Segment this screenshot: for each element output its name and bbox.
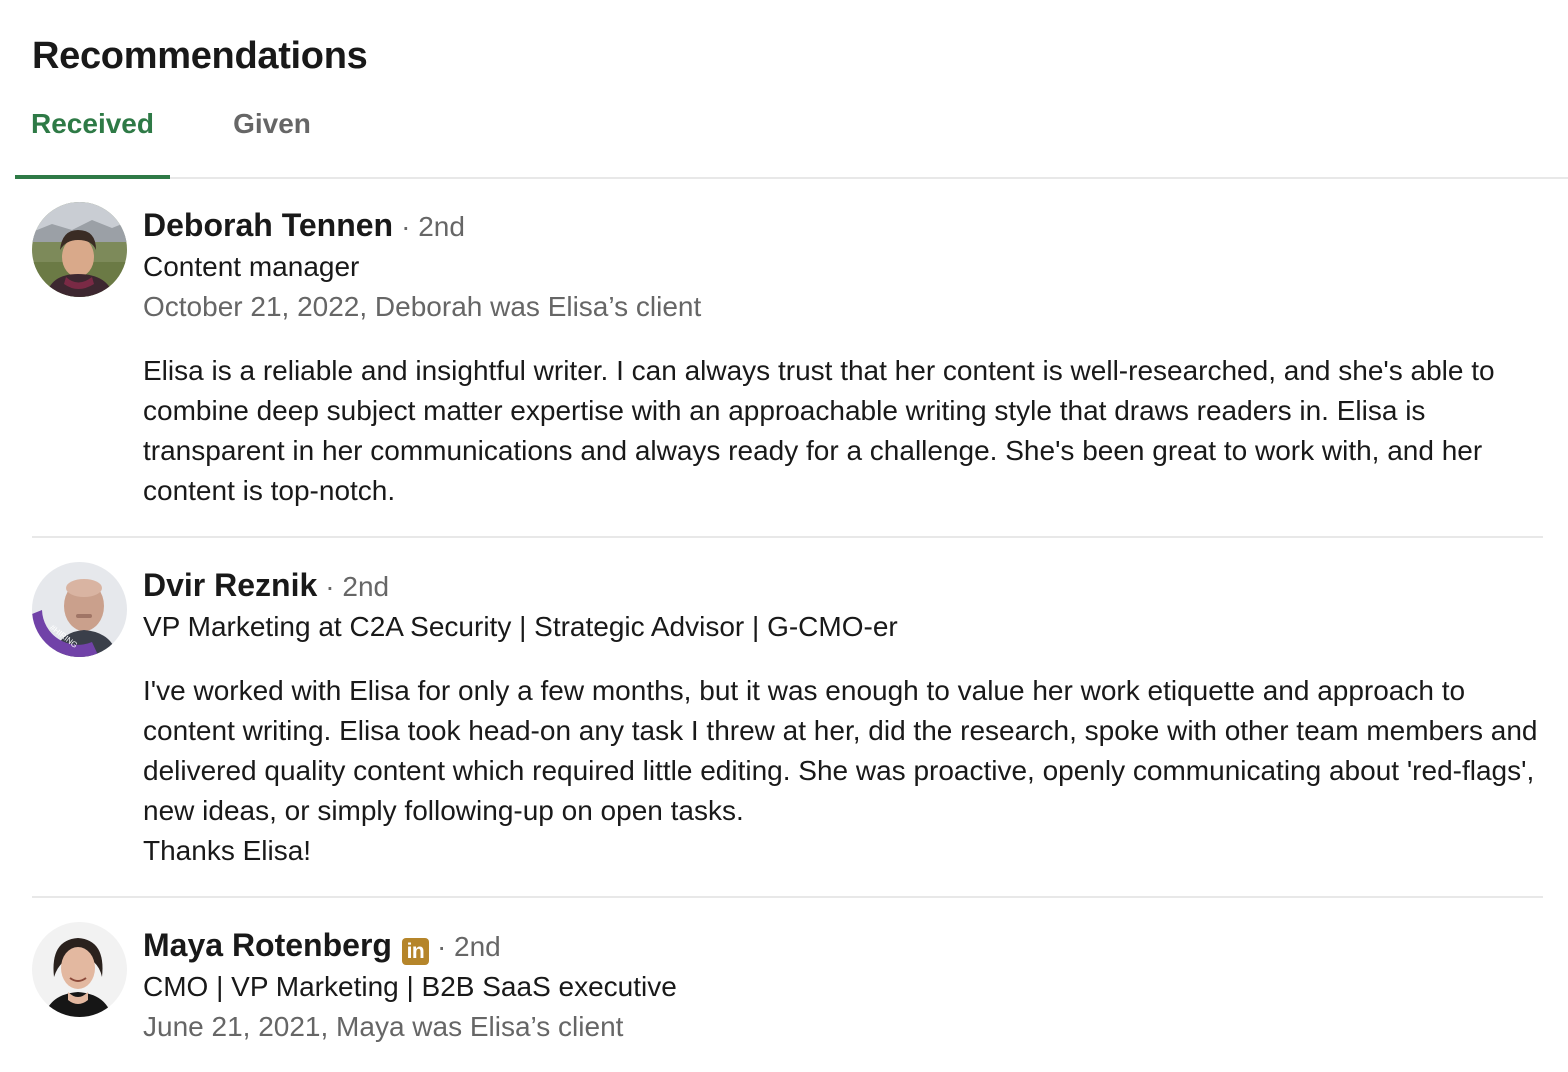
tab-bar: Received Given	[15, 95, 1568, 179]
recommendation-date: June 21, 2021, Maya was Elisa’s client	[143, 1011, 624, 1042]
avatar[interactable]: #HIRING	[32, 562, 127, 657]
name-line: Dvir Reznik · 2nd	[143, 562, 1543, 608]
linkedin-premium-icon: in	[401, 938, 429, 965]
recommendation-text: Elisa is a reliable and insightful write…	[143, 355, 1495, 506]
recommendation-item: #HIRING Dvir Reznik · 2nd VP Marketing a…	[32, 562, 1543, 898]
avatar[interactable]	[32, 202, 127, 297]
recommendation-text: I've worked with Elisa for only a few mo…	[143, 675, 1538, 866]
name-line: Maya Rotenberg in · 2nd	[143, 922, 1543, 968]
tab-given[interactable]: Given	[170, 95, 374, 177]
recommender-name[interactable]: Maya Rotenberg	[143, 922, 392, 968]
recommender-headline: VP Marketing at C2A Security | Strategic…	[143, 611, 898, 642]
recommender-headline: Content manager	[143, 251, 360, 282]
connection-degree: · 2nd	[436, 931, 501, 962]
recommendation-date: October 21, 2022, Deborah was Elisa’s cl…	[143, 291, 702, 322]
connection-degree: · 2nd	[325, 571, 390, 602]
recommendation-content: Dvir Reznik · 2nd VP Marketing at C2A Se…	[143, 562, 1543, 871]
tab-received[interactable]: Received	[15, 95, 170, 179]
recommender-headline: CMO | VP Marketing | B2B SaaS executive	[143, 971, 677, 1002]
avatar[interactable]	[32, 922, 127, 1017]
recommendation-content: Maya Rotenberg in · 2nd CMO | VP Marketi…	[143, 922, 1543, 1047]
recommendation-content: Deborah Tennen · 2nd Content manager Oct…	[143, 202, 1543, 511]
recommender-name[interactable]: Dvir Reznik	[143, 562, 317, 608]
connection-degree: · 2nd	[401, 211, 465, 242]
section-title: Recommendations	[32, 35, 368, 77]
recommender-name[interactable]: Deborah Tennen	[143, 202, 393, 248]
recommendations-page: Recommendations Received Given Deborah T…	[0, 0, 1568, 1072]
recommendation-item: Deborah Tennen · 2nd Content manager Oct…	[32, 202, 1543, 538]
recommendation-item: Maya Rotenberg in · 2nd CMO | VP Marketi…	[32, 922, 1543, 1072]
name-line: Deborah Tennen · 2nd	[143, 202, 1543, 248]
